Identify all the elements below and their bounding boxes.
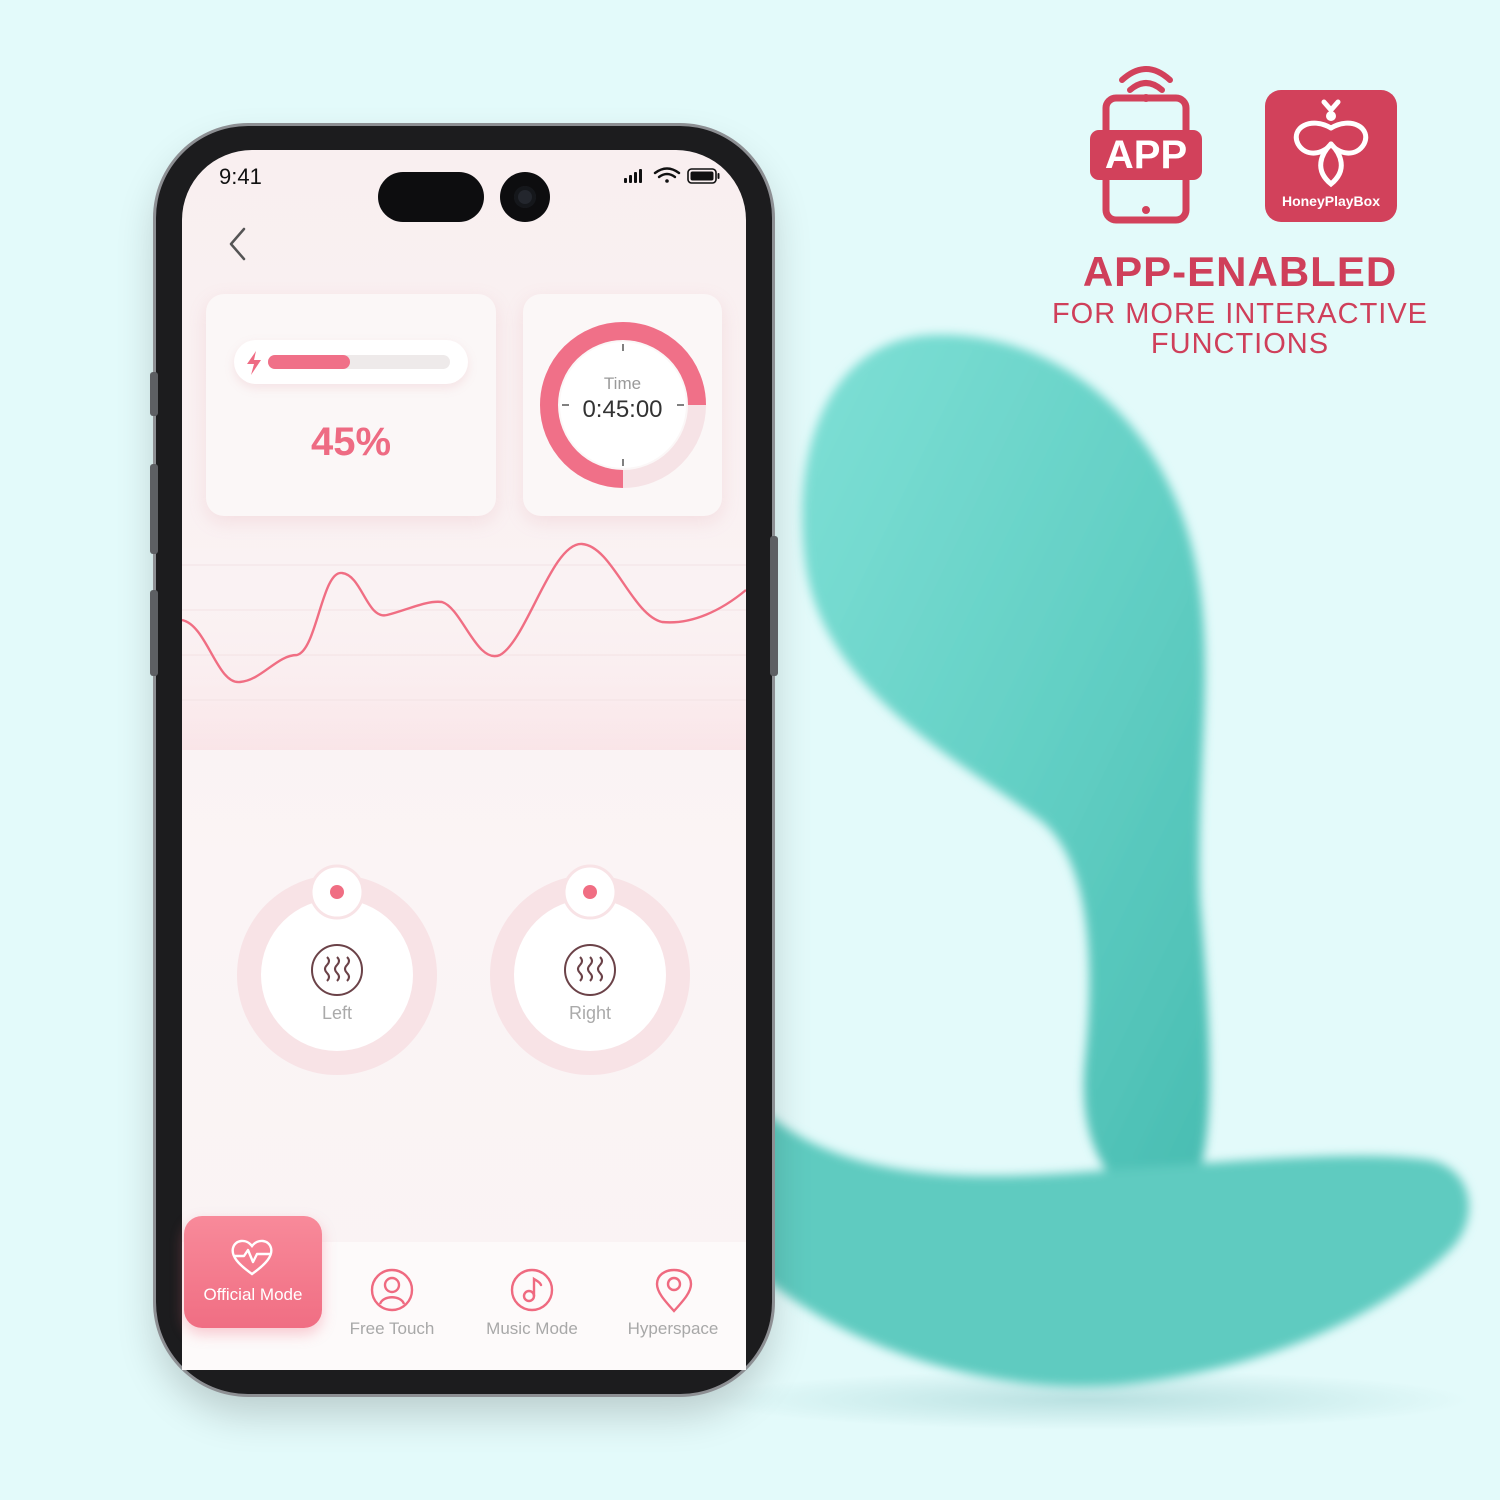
- user-icon[interactable]: [370, 1268, 414, 1312]
- nav-label-official-mode: Official Mode: [203, 1285, 303, 1304]
- dynamic-island: [378, 172, 484, 222]
- motor-label-right: Right: [568, 1003, 612, 1023]
- phone-side-button: [150, 590, 158, 676]
- timer-value: 0:45:00: [582, 396, 663, 423]
- signal-icon: [624, 169, 642, 183]
- status-time: 9:41: [219, 164, 262, 189]
- location-pin-icon[interactable]: [654, 1268, 694, 1314]
- battery-bar-fill: [268, 355, 350, 369]
- music-note-icon[interactable]: [510, 1268, 554, 1312]
- motor-control-right[interactable]: [485, 860, 695, 1080]
- camera-lens: [514, 186, 536, 208]
- battery-percent: 45%: [310, 420, 392, 464]
- phone-power-button: [770, 536, 778, 676]
- nav-label-free-touch[interactable]: Free Touch: [322, 1319, 462, 1339]
- app-badge-label: APP: [1104, 133, 1188, 177]
- brand-name: HoneyPlayBox: [1281, 193, 1381, 209]
- motor-control-left[interactable]: [232, 860, 442, 1080]
- promo-headline: APP-ENABLED: [1082, 248, 1398, 295]
- back-button[interactable]: [222, 224, 256, 264]
- phone-side-button: [150, 464, 158, 554]
- promo-subline-1: FOR MORE INTERACTIVE: [1051, 298, 1429, 330]
- lightning-icon: [247, 351, 261, 375]
- phone-side-button: [150, 372, 158, 416]
- battery-status-icon: [687, 168, 720, 184]
- nav-label-music-mode[interactable]: Music Mode: [462, 1319, 602, 1339]
- bee-logo-icon: [1293, 99, 1369, 188]
- timer-label: Time: [603, 374, 642, 393]
- battery-card: [206, 294, 496, 516]
- heartbeat-icon: [231, 1239, 273, 1276]
- intensity-wave: [182, 530, 746, 750]
- nav-label-hyperspace[interactable]: Hyperspace: [603, 1319, 743, 1339]
- status-icons: [624, 167, 720, 184]
- motor-label-left: Left: [321, 1003, 353, 1023]
- promo-subline-2: FUNCTIONS: [1150, 328, 1330, 360]
- wifi-icon: [653, 167, 681, 183]
